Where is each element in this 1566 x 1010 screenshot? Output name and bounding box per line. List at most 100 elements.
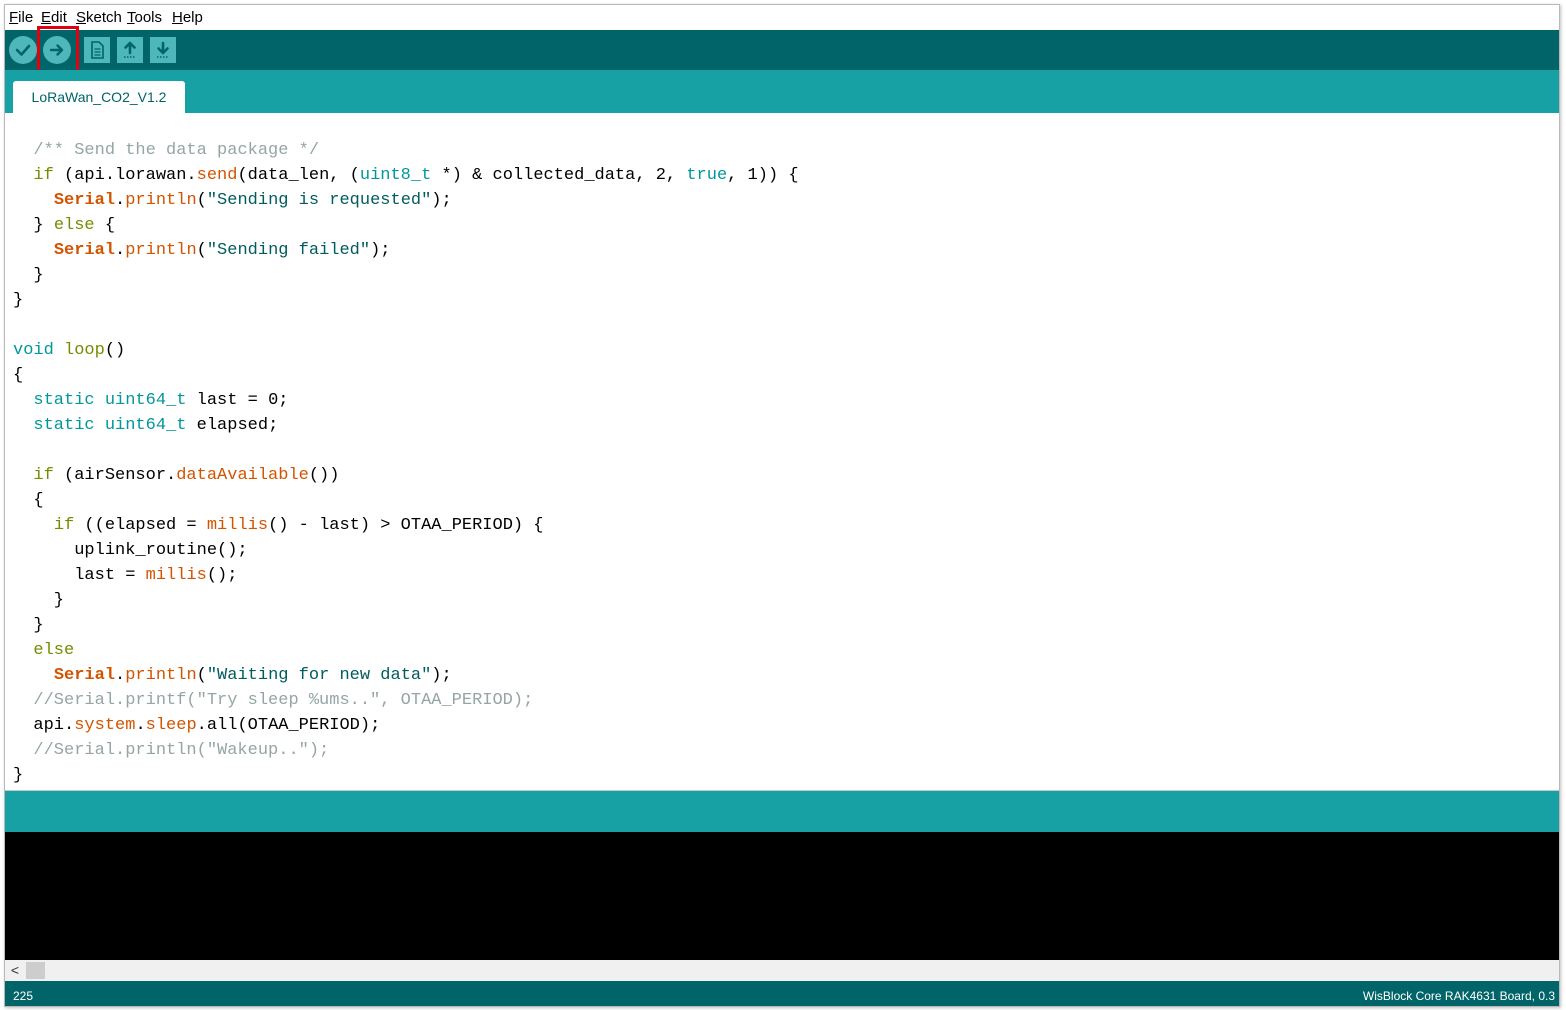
code-line: //Serial.printf("Try sleep %ums..", OTAA…: [13, 688, 799, 713]
code-line: }: [13, 263, 799, 288]
code-token: elapsed;: [186, 416, 279, 435]
code-token: (data_len, (: [237, 166, 360, 185]
code-token: Serial: [53, 191, 116, 210]
code-token: if: [33, 466, 54, 485]
horizontal-scrollbar[interactable]: <: [5, 960, 1559, 981]
code-token: uint8_t: [359, 166, 432, 185]
code-token: uint64_t: [104, 416, 187, 435]
code-token: }: [13, 291, 24, 310]
code-token: sleep: [145, 716, 197, 735]
code-token: (airSensor.: [53, 466, 177, 485]
code-token: last = 0;: [186, 391, 289, 410]
code-token: .all(OTAA_PERIOD);: [196, 716, 381, 735]
code-token: Serial: [53, 666, 116, 685]
code-token: send: [196, 166, 238, 185]
code-token: "Waiting for new data": [206, 666, 432, 685]
code-line: static uint64_t elapsed;: [13, 413, 799, 438]
code-token: println: [125, 241, 197, 260]
code-token: if: [33, 166, 54, 185]
code-token: ()): [308, 466, 340, 485]
code-line: Serial.println("Sending is requested");: [13, 188, 799, 213]
code-line: //Serial.println("Wakeup..");: [13, 738, 799, 763]
message-bar: [5, 791, 1559, 832]
open-sketch-button[interactable]: [117, 37, 143, 63]
code-token: loop: [64, 341, 105, 360]
arduino-ide-window: File Edit Sketch Tools Help LoRaWan_CO2_…: [4, 4, 1560, 1007]
tab-sketch[interactable]: LoRaWan_CO2_V1.2: [13, 81, 185, 113]
code-token: dataAvailable: [176, 466, 309, 485]
scroll-thumb[interactable]: [26, 962, 45, 979]
code-token: ((elapsed =: [74, 516, 207, 535]
code-token: {: [94, 216, 116, 235]
save-sketch-button[interactable]: [150, 37, 176, 63]
code-token: static: [33, 391, 95, 410]
code-token: }: [13, 216, 54, 235]
arrow-right-icon: [49, 44, 64, 56]
code-token: println: [125, 191, 197, 210]
code-token: "Sending is requested": [206, 191, 432, 210]
code-line: if ((elapsed = millis() - last) > OTAA_P…: [13, 513, 799, 538]
upload-button[interactable]: [43, 36, 71, 64]
scroll-left-arrow[interactable]: <: [5, 960, 25, 981]
code-token: /** Send the data package */: [33, 141, 320, 160]
board-info: WisBlock Core RAK4631 Board, 0.3: [1362, 989, 1555, 1003]
menu-sketch[interactable]: Sketch: [76, 9, 122, 27]
code-line: {: [13, 363, 799, 388]
code-token: , 1)) {: [727, 166, 799, 185]
code-token: (api.lorawan.: [53, 166, 197, 185]
menu-bar: File Edit Sketch Tools Help: [5, 5, 1559, 30]
code-line: if (airSensor.dataAvailable()): [13, 463, 799, 488]
code-line: else: [13, 638, 799, 663]
code-token: //Serial.printf("Try sleep %ums..", OTAA…: [13, 691, 534, 710]
code-token: (: [196, 241, 207, 260]
code-line: }: [13, 288, 799, 313]
verify-button[interactable]: [9, 36, 37, 64]
output-console[interactable]: [5, 832, 1559, 960]
code-token: //Serial.println("Wakeup..");: [13, 741, 330, 760]
code-line: }: [13, 613, 799, 638]
code-token: uplink_routine();: [13, 541, 248, 560]
menu-help[interactable]: Help: [172, 9, 203, 27]
code-token: system: [74, 716, 136, 735]
code-token: .: [115, 666, 126, 685]
code-token: {: [13, 366, 24, 385]
code-token: (: [196, 666, 207, 685]
code-token: }: [13, 591, 65, 610]
code-token: .: [135, 716, 146, 735]
menu-tools[interactable]: Tools: [127, 9, 162, 27]
menu-edit[interactable]: Edit: [41, 9, 67, 27]
menu-file[interactable]: File: [9, 9, 33, 27]
code-token: last =: [13, 566, 146, 585]
code-token: millis: [206, 516, 269, 535]
code-line: api.system.sleep.all(OTAA_PERIOD);: [13, 713, 799, 738]
new-sketch-button[interactable]: [84, 37, 110, 63]
code-line: void loop(): [13, 338, 799, 363]
code-token: ();: [206, 566, 238, 585]
code-token: "Sending failed": [206, 241, 371, 260]
code-token: uint64_t: [104, 391, 187, 410]
code-token: else: [33, 641, 75, 660]
code-token: );: [431, 191, 452, 210]
code-token: if: [53, 516, 75, 535]
code-token: *) & collected_data, 2,: [431, 166, 687, 185]
code-editor[interactable]: /** Send the data package */ if (api.lor…: [5, 113, 1559, 791]
code-token: else: [53, 216, 95, 235]
document-icon: [91, 41, 104, 59]
code-line: }: [13, 763, 799, 788]
code-line: {: [13, 488, 799, 513]
code-token: );: [431, 666, 452, 685]
code-line: /** Send the data package */: [13, 138, 799, 163]
code-text: /** Send the data package */ if (api.lor…: [13, 138, 799, 788]
code-line: } else {: [13, 213, 799, 238]
code-line: uplink_routine();: [13, 538, 799, 563]
code-token: }: [13, 266, 44, 285]
